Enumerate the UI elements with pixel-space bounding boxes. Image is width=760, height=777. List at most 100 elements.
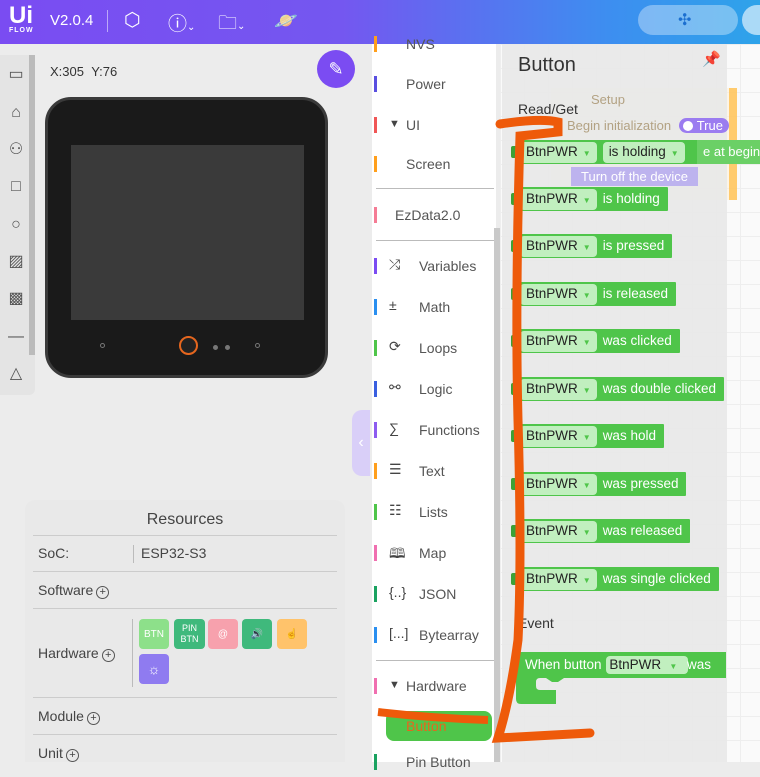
soc-value: ESP32-S3 [141, 545, 207, 561]
block-state-label: is released [602, 286, 668, 301]
hw-rgb[interactable]: @ [208, 619, 238, 649]
category-nvs[interactable]: NVS [372, 29, 496, 59]
category-math[interactable]: ± Math [372, 292, 496, 322]
collapse-panel-button[interactable]: ‹ [352, 410, 370, 476]
block-btnpwr-was-single-clicked[interactable]: BtnPWR ▼ was single clicked [511, 567, 719, 591]
category-map[interactable]: 🕮 Map [372, 538, 496, 568]
category-text[interactable]: ☰ Text [372, 456, 496, 486]
image-cloud-icon[interactable]: ▩ [6, 289, 26, 309]
code-mode-button[interactable] [742, 5, 760, 35]
category-list: NVS Power ▼ UI Screen EzData2.0 ⤮ Variables ± Mat… [372, 36, 496, 770]
category-hardware[interactable]: ▼ Hardware [372, 671, 496, 701]
block-btnpwr-is-pressed[interactable]: BtnPWR ▼ is pressed [510, 234, 673, 258]
device-dropdown[interactable]: BtnPWR ▼ [520, 474, 597, 495]
triangle-icon[interactable]: △ [6, 364, 26, 384]
category-functions[interactable]: ∑ Functions [372, 415, 496, 445]
device-dropdown[interactable]: BtnPWR ▼ [520, 189, 597, 210]
category-label: Bytearray [419, 627, 479, 643]
category-label: Variables [419, 258, 477, 274]
edit-tools-button[interactable]: ✎ [317, 50, 355, 88]
block-btnpwr-was-hold[interactable]: BtnPWR ▼ was hold [511, 424, 664, 448]
device-dropdown[interactable]: BtnPWR ▼ [520, 569, 597, 590]
line-icon[interactable]: — [6, 327, 26, 347]
expand-triangle-icon[interactable]: ▼ [389, 118, 400, 130]
category-color-bar [374, 463, 377, 479]
category-screen[interactable]: Screen [372, 149, 496, 179]
software-label: Software [38, 582, 94, 598]
block-btnpwr-was-pressed[interactable]: BtnPWR ▼ was pressed [510, 472, 687, 496]
plus-icon[interactable]: + [65, 749, 79, 762]
json-icon: {..} [389, 584, 407, 600]
scrollbar[interactable] [29, 55, 35, 355]
folder-icon[interactable]: 🗀⌄ [218, 9, 245, 41]
bytearray-icon: [...] [389, 625, 409, 641]
category-scrollbar[interactable] [494, 228, 500, 762]
hw-touch[interactable]: ☝ [277, 619, 307, 649]
block-btnpwr-is-holding[interactable]: BtnPWR ▼ is holding ▼ [511, 140, 699, 164]
planet-icon[interactable]: 🪐 [274, 9, 298, 33]
tag-icon[interactable]: ⌂ [6, 103, 26, 123]
category-ezdata2-0[interactable]: EzData2.0 [372, 200, 496, 230]
category-logic[interactable]: ⚯ Logic [372, 374, 496, 404]
category-loops[interactable]: ⟳ Loops [372, 333, 496, 363]
variables-icon: ⤮ [389, 256, 401, 272]
category-label: EzData2.0 [395, 207, 461, 223]
category-label: Map [419, 545, 447, 561]
category-label: Math [419, 299, 451, 315]
led-dot [213, 345, 218, 350]
device-dropdown[interactable]: BtnPWR ▼ [520, 142, 597, 163]
module-row[interactable]: Module + [33, 697, 337, 734]
power-button[interactable] [179, 336, 198, 355]
tool-palette: ▭ ⌂ ⚇ □ ○ ▨ ▩ — △ [0, 55, 35, 395]
block-btnpwr-was-double-clicked[interactable]: BtnPWR ▼ was double clicked [510, 377, 725, 401]
device-dropdown[interactable]: BtnPWR ▼ [520, 521, 597, 542]
expand-triangle-icon[interactable]: ▼ [389, 679, 400, 691]
plus-icon[interactable]: + [101, 649, 115, 662]
hw-pin-btn[interactable]: PIN BTN [174, 619, 205, 649]
block-btnpwr-is-released[interactable]: BtnPWR ▼ is released [511, 282, 676, 306]
logic-icon: ⚯ [389, 379, 401, 395]
category-ui[interactable]: ▼ UI [372, 110, 496, 140]
pin-icon[interactable]: 📌 [702, 50, 721, 68]
block-btnpwr-was-clicked[interactable]: BtnPWR ▼ was clicked [511, 329, 680, 353]
help-icon[interactable]: ⓘ⌄ [168, 9, 195, 36]
plus-icon[interactable]: + [86, 712, 100, 725]
block-state-label: was single clicked [602, 571, 711, 586]
hw-brightness[interactable]: ☼ [139, 654, 169, 684]
device-screen[interactable] [71, 145, 304, 320]
software-row[interactable]: Software + [33, 571, 337, 608]
unit-row[interactable]: Unit + [33, 734, 337, 764]
hw-speaker[interactable]: 🔊 [242, 619, 272, 649]
hw-btn[interactable]: BTN [139, 619, 169, 649]
blocks-mode-button[interactable]: ✣ [638, 5, 738, 35]
image-icon[interactable]: ▨ [6, 252, 26, 272]
window-icon[interactable]: ▭ [6, 65, 26, 85]
divider [376, 240, 494, 241]
device-dropdown[interactable]: BtnPWR ▼ [520, 236, 597, 257]
circle-icon[interactable]: ○ [6, 215, 26, 235]
category-lists[interactable]: ☷ Lists [372, 497, 496, 527]
category-label: Lists [419, 504, 448, 520]
state-dropdown[interactable]: is holding ▼ [602, 142, 685, 163]
device-dropdown[interactable]: BtnPWR ▼ [520, 379, 597, 400]
settings-hex-icon[interactable]: ⬡ [124, 9, 141, 32]
plus-icon[interactable]: + [96, 586, 110, 599]
category-json[interactable]: {..} JSON [372, 579, 496, 609]
device-dropdown[interactable]: BtnPWR ▼ [520, 426, 597, 447]
square-icon[interactable]: □ [6, 177, 26, 197]
category-label: JSON [419, 586, 457, 602]
divider [107, 10, 108, 32]
category-power[interactable]: Power [372, 69, 496, 99]
category-variables[interactable]: ⤮ Variables [372, 251, 496, 281]
category-bytearray[interactable]: [...] Bytearray [372, 620, 496, 650]
category-label: Loops [419, 340, 458, 356]
block-btnpwr-was-released[interactable]: BtnPWR ▼ was released [510, 519, 691, 543]
user-pin-icon[interactable]: ⚇ [6, 140, 26, 160]
category-button[interactable]: Button [386, 711, 492, 741]
block-btnpwr-is-holding[interactable]: BtnPWR ▼ is holding [511, 187, 668, 211]
device-dropdown[interactable]: BtnPWR ▼ [520, 284, 597, 305]
category-pin-button[interactable]: Pin Button [372, 747, 496, 777]
category-color-bar [374, 207, 377, 223]
device-dropdown[interactable]: BtnPWR ▼ [520, 331, 597, 352]
cursor-coords: X:305 Y:76 [50, 64, 118, 79]
